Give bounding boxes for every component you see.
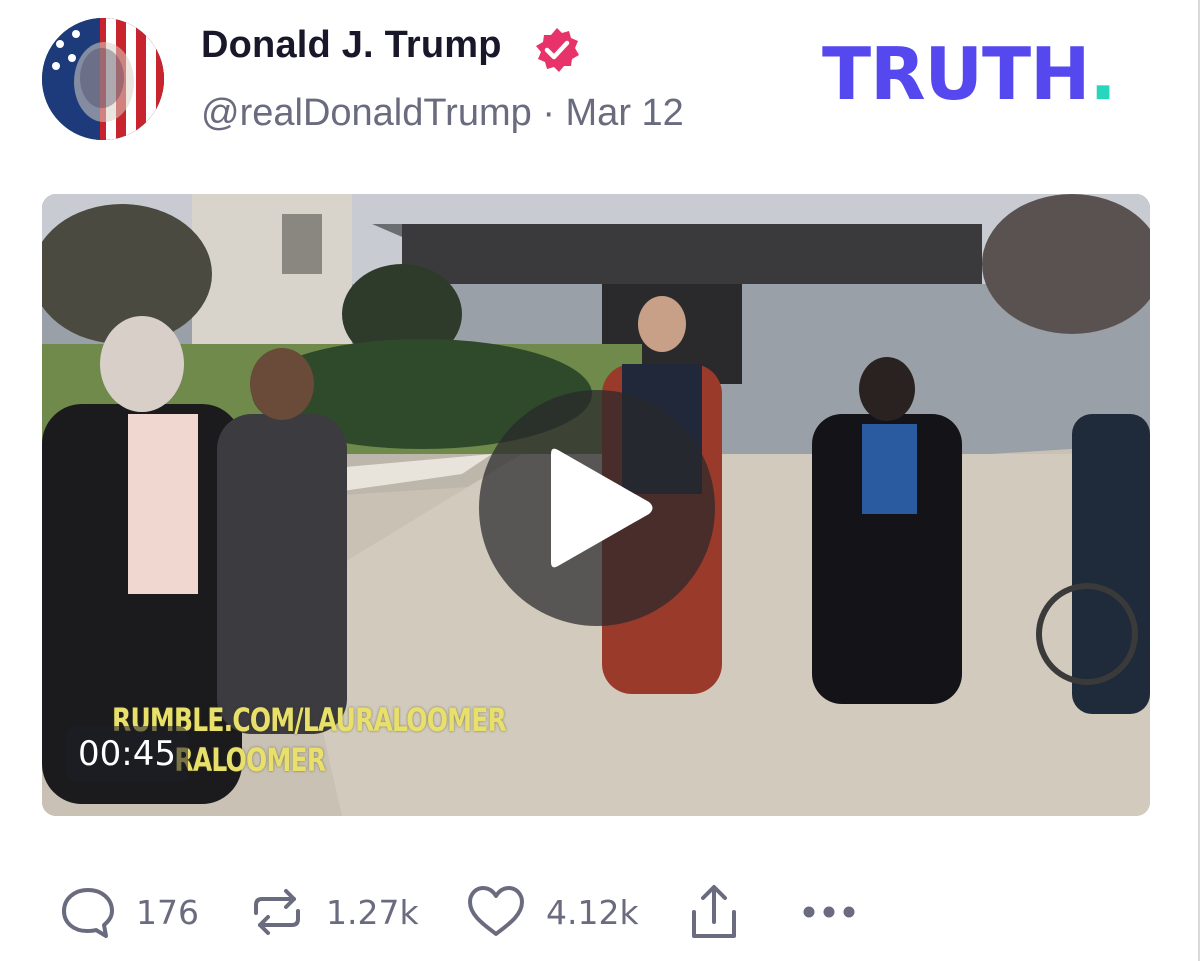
video-duration: 00:45 <box>66 726 188 782</box>
author-handle[interactable]: @realDonaldTrump <box>201 92 532 134</box>
more-options-icon <box>803 906 855 918</box>
like-count: 4.12k <box>546 892 639 932</box>
truth-social-logo: TRUTH. <box>822 38 1117 110</box>
like-icon <box>468 886 524 936</box>
more-options-button[interactable] <box>800 880 858 944</box>
reply-button[interactable]: 176 <box>60 880 248 944</box>
share-button[interactable] <box>688 880 800 944</box>
meta-separator: · <box>542 92 555 134</box>
brand-dot: . <box>1089 32 1116 116</box>
repost-button[interactable]: 1.27k <box>248 880 466 944</box>
verified-badge-icon <box>533 26 581 74</box>
reply-icon <box>62 888 114 938</box>
author-handle-line: @realDonaldTrump · Mar 12 <box>201 92 684 135</box>
brand-name: TRUTH <box>822 32 1090 116</box>
repost-icon <box>254 889 300 935</box>
repost-count: 1.27k <box>326 892 419 932</box>
share-icon <box>692 885 736 938</box>
play-button[interactable] <box>479 390 715 626</box>
post-actions-bar: 176 1.27k 4.12k <box>60 880 858 944</box>
like-button[interactable]: 4.12k <box>466 880 688 944</box>
author-avatar[interactable] <box>42 18 164 140</box>
video-player[interactable]: RUMBLE.COM/LAURALOOMER RALOOMER 00:45 <box>42 194 1150 816</box>
author-display-name[interactable]: Donald J. Trump <box>201 24 502 67</box>
post-date[interactable]: Mar 12 <box>566 92 684 134</box>
reply-count: 176 <box>136 892 199 932</box>
play-icon <box>551 448 653 568</box>
